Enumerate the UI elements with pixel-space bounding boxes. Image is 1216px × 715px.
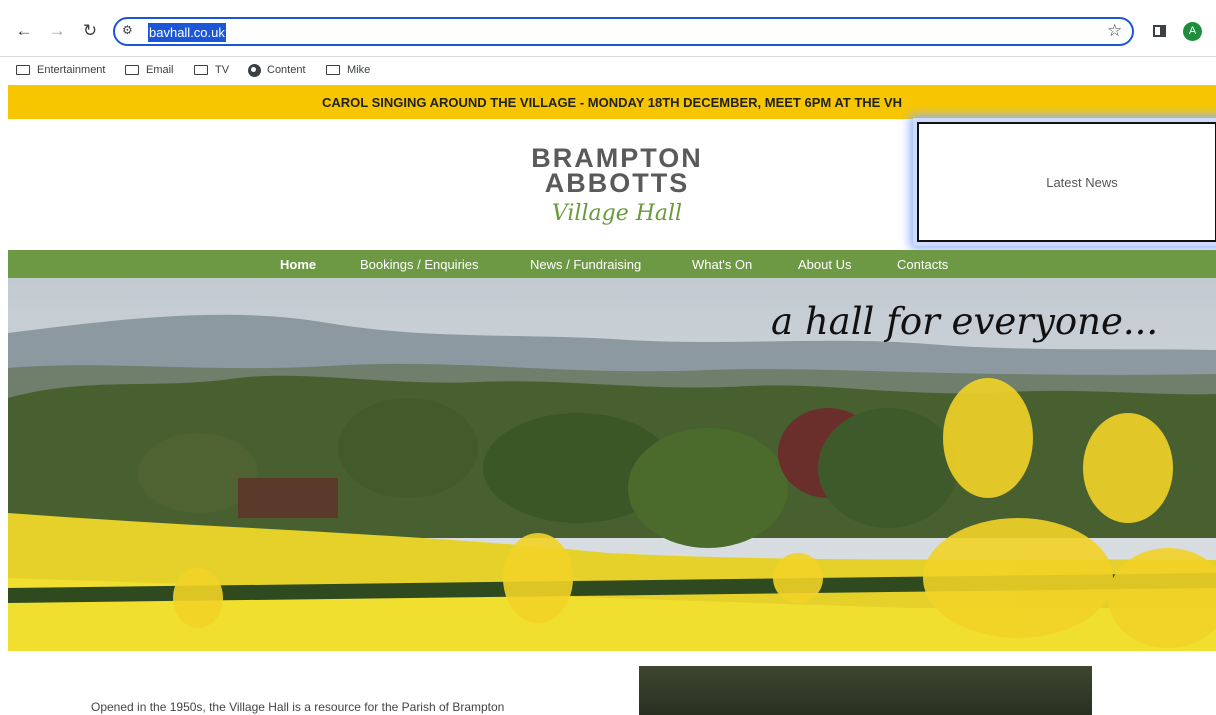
- hero-tagline: a hall for everyone...: [771, 300, 1159, 343]
- bookmark-entertainment[interactable]: Entertainment: [16, 60, 105, 80]
- bookmark-star-icon[interactable]: ☆: [1107, 21, 1122, 41]
- bookmark-label: Email: [146, 64, 174, 76]
- logo-line-abbotts: ABBOTTS: [544, 168, 690, 198]
- nav-about-us[interactable]: About Us: [798, 257, 851, 272]
- forward-arrow-icon[interactable]: →: [46, 20, 68, 42]
- site-info-icon[interactable]: ⚙: [122, 23, 140, 41]
- side-panel-icon[interactable]: [1153, 25, 1166, 37]
- globe-icon: [248, 63, 261, 77]
- latest-news-label: Latest News: [1046, 174, 1118, 190]
- bookmark-label: Entertainment: [37, 64, 106, 76]
- bookmark-email[interactable]: Email: [125, 60, 174, 80]
- folder-icon: [125, 65, 139, 75]
- nav-bookings-enquiries[interactable]: Bookings / Enquiries: [360, 257, 479, 272]
- nav-news-fundraising[interactable]: News / Fundraising: [530, 257, 641, 272]
- address-bar[interactable]: ⚙ bavhall.co.uk: [113, 17, 1134, 46]
- announcement-text: CAROL SINGING AROUND THE VILLAGE - MONDA…: [322, 94, 902, 110]
- main-navigation: Home Bookings / Enquiries News / Fundrai…: [8, 250, 1216, 278]
- browser-toolbar: ← → ↻ ⚙ bavhall.co.uk ☆ A: [0, 0, 1216, 57]
- bookmark-mike[interactable]: Mike: [326, 60, 370, 80]
- bookmark-tv[interactable]: TV: [194, 60, 229, 80]
- folder-icon: [16, 65, 30, 75]
- url-text[interactable]: bavhall.co.uk: [148, 23, 226, 42]
- site-header: BRAMPTON ABBOTTS Village Hall Latest New…: [8, 119, 1216, 250]
- site-logo[interactable]: BRAMPTON ABBOTTS Village Hall: [522, 145, 712, 227]
- bookmark-label: TV: [215, 64, 230, 76]
- intro-paragraph: Opened in the 1950s, the Village Hall is…: [91, 700, 505, 714]
- folder-icon: [326, 65, 340, 75]
- hero-image: a hall for everyone...: [8, 278, 1216, 651]
- profile-avatar[interactable]: A: [1183, 22, 1202, 41]
- announcement-banner: CAROL SINGING AROUND THE VILLAGE - MONDA…: [8, 85, 1216, 119]
- secondary-photo: [639, 666, 1092, 715]
- latest-news-panel[interactable]: Latest News: [917, 122, 1216, 242]
- nav-contacts[interactable]: Contacts: [897, 257, 948, 272]
- reload-icon[interactable]: ↻: [79, 20, 101, 42]
- nav-home[interactable]: Home: [280, 257, 316, 272]
- bookmark-label: Content: [267, 64, 306, 76]
- logo-line-village-hall: Village Hall: [551, 201, 683, 226]
- folder-icon: [194, 65, 208, 75]
- bookmark-label: Mike: [347, 64, 371, 76]
- back-arrow-icon[interactable]: ←: [13, 20, 35, 42]
- nav-whats-on[interactable]: What's On: [692, 257, 752, 272]
- bookmarks-bar: Entertainment Email TV Content Mike: [0, 56, 1216, 84]
- bookmark-content[interactable]: Content: [248, 60, 306, 80]
